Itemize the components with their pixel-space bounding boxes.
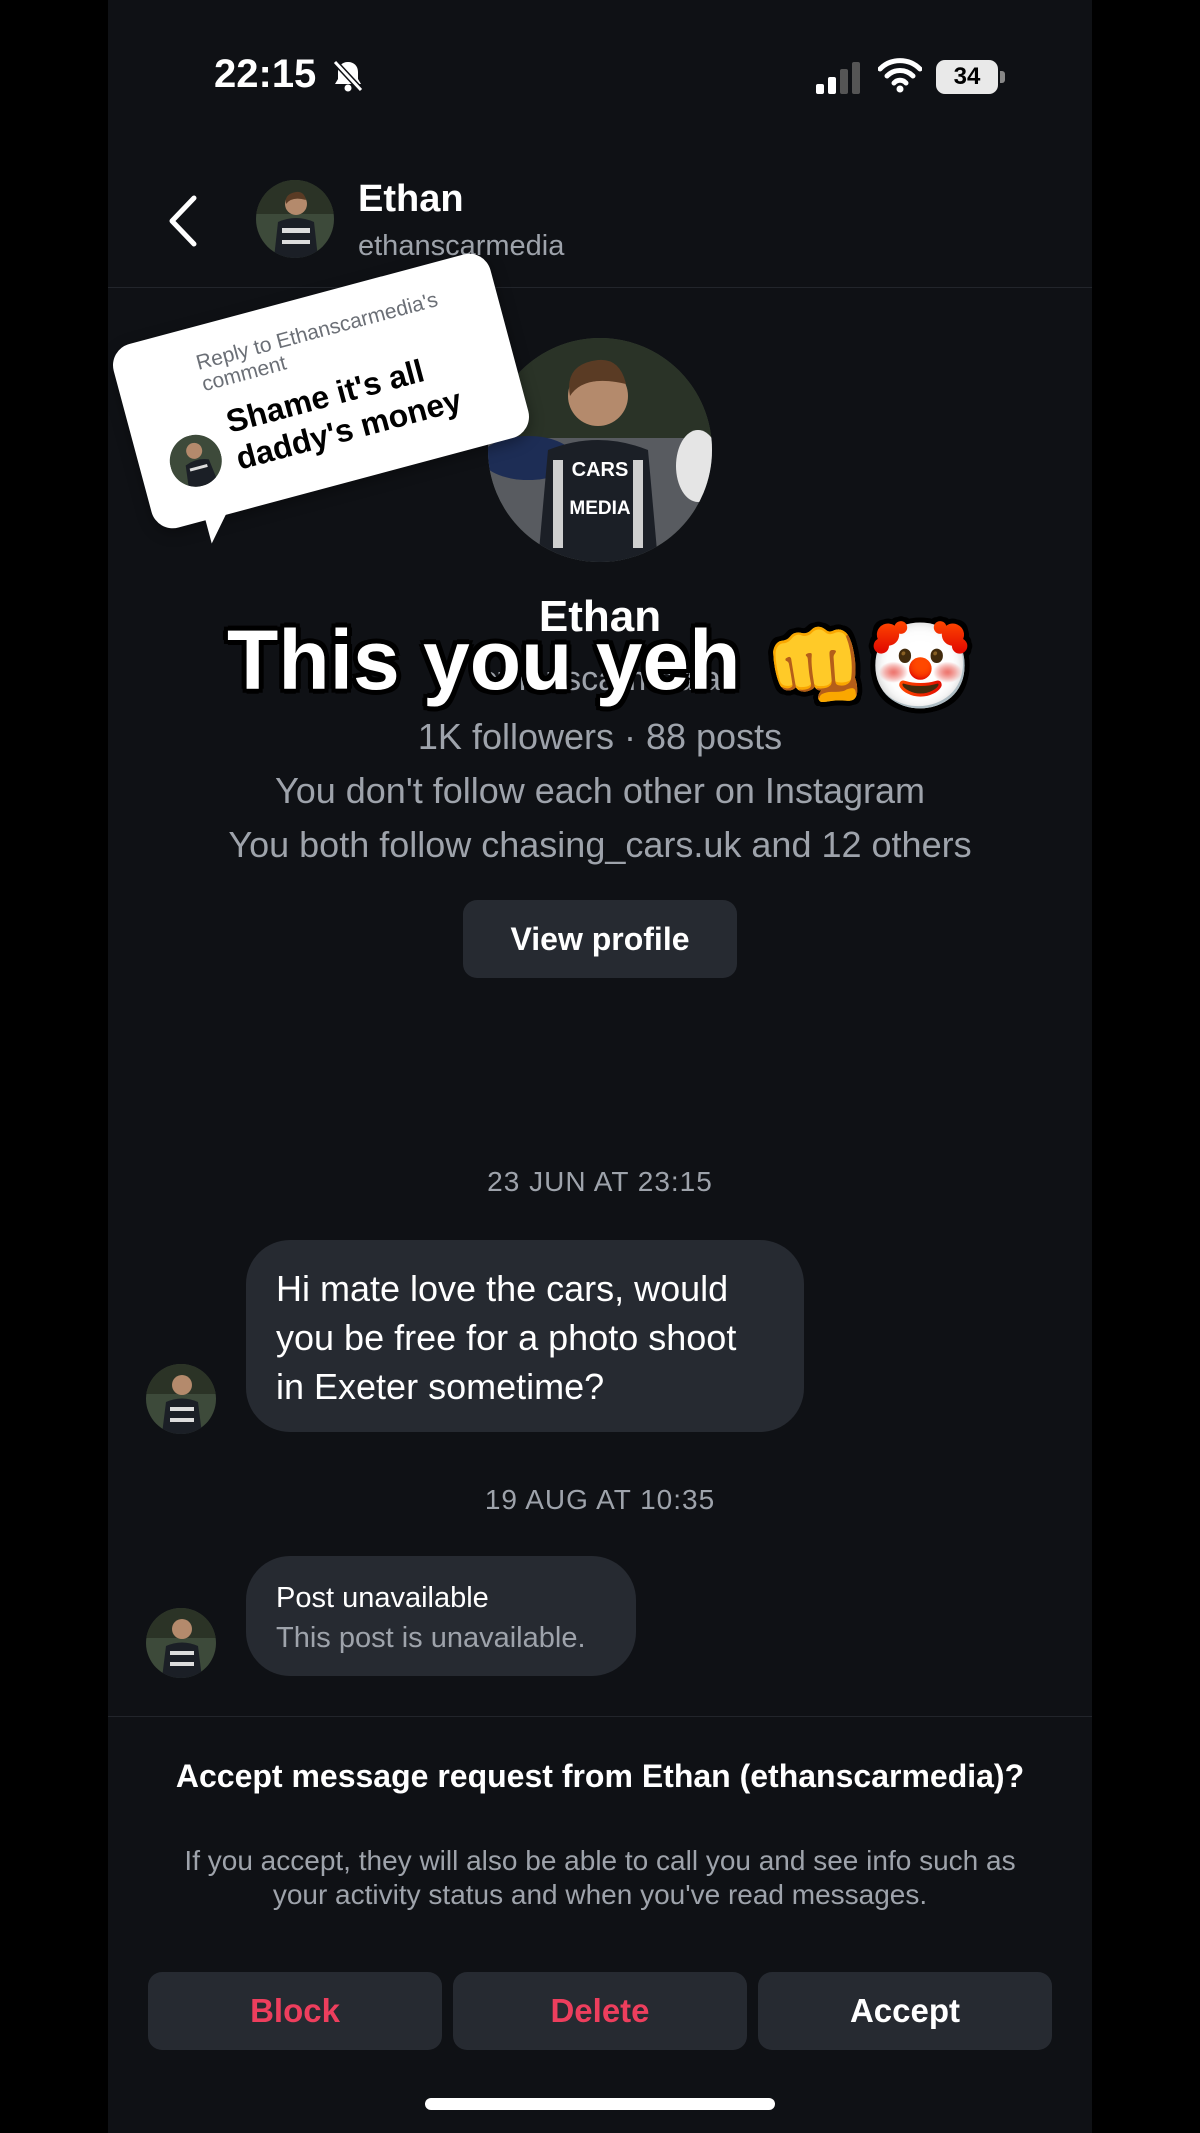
- profile-stats: 1K followers · 88 posts: [417, 716, 783, 757]
- mutual-followers: You both follow chasing_cars.uk and 12 o…: [228, 824, 972, 865]
- request-title: Accept message request from Ethan (ethan…: [175, 1758, 1025, 1794]
- view-profile-button[interactable]: View profile: [463, 900, 737, 978]
- timestamp: 23 JUN AT 23:15: [487, 1166, 713, 1197]
- home-indicator[interactable]: [425, 2098, 775, 2110]
- svg-text:MEDIA: MEDIA: [569, 498, 631, 519]
- chevron-left-icon[interactable]: [164, 190, 214, 252]
- overlay-emojis: 👊🤡: [763, 619, 973, 714]
- conversation-header: Ethan ethanscarmedia: [108, 170, 1092, 288]
- post-subtitle: This post is unavailable.: [276, 1622, 586, 1654]
- battery-level: 34: [936, 60, 998, 94]
- dm-request-screen: 22:15 34 Ethan ethanscarmedia CARS MEDIA…: [108, 0, 1092, 2133]
- message-avatar[interactable]: [146, 1364, 216, 1434]
- header-name[interactable]: Ethan: [358, 178, 464, 221]
- reply-comment-sticker: Reply to Ethanscarmedia's comment Shame …: [108, 248, 534, 544]
- svg-text:CARS: CARS: [572, 459, 629, 481]
- signal-icon: [814, 60, 864, 96]
- overlay-caption-text: This you yeh: [227, 613, 741, 707]
- footer-divider: [108, 1716, 1092, 1717]
- request-body: If you accept, they will also be able to…: [184, 1845, 1016, 1910]
- follow-status: You don't follow each other on Instagram: [275, 770, 925, 811]
- post-title: Post unavailable: [276, 1582, 489, 1614]
- delete-button[interactable]: Delete: [453, 1972, 747, 2050]
- reply-avatar: [163, 428, 228, 493]
- accept-button[interactable]: Accept: [758, 1972, 1052, 2050]
- timestamp: 19 AUG AT 10:35: [484, 1484, 716, 1515]
- wifi-icon: [878, 56, 922, 94]
- profile-avatar[interactable]: CARS MEDIA: [488, 338, 712, 562]
- block-button[interactable]: Block: [148, 1972, 442, 2050]
- status-time: 22:15: [214, 52, 317, 96]
- header-avatar[interactable]: [256, 180, 334, 258]
- overlay-caption: This you yeh 👊🤡: [108, 612, 1092, 716]
- message-bubble[interactable]: Hi mate love the cars, would you be free…: [246, 1240, 804, 1432]
- bell-slash-icon: [330, 58, 366, 94]
- post-unavailable-bubble[interactable]: Post unavailable This post is unavailabl…: [246, 1556, 636, 1676]
- battery-icon: 34: [936, 60, 1006, 94]
- message-avatar[interactable]: [146, 1608, 216, 1678]
